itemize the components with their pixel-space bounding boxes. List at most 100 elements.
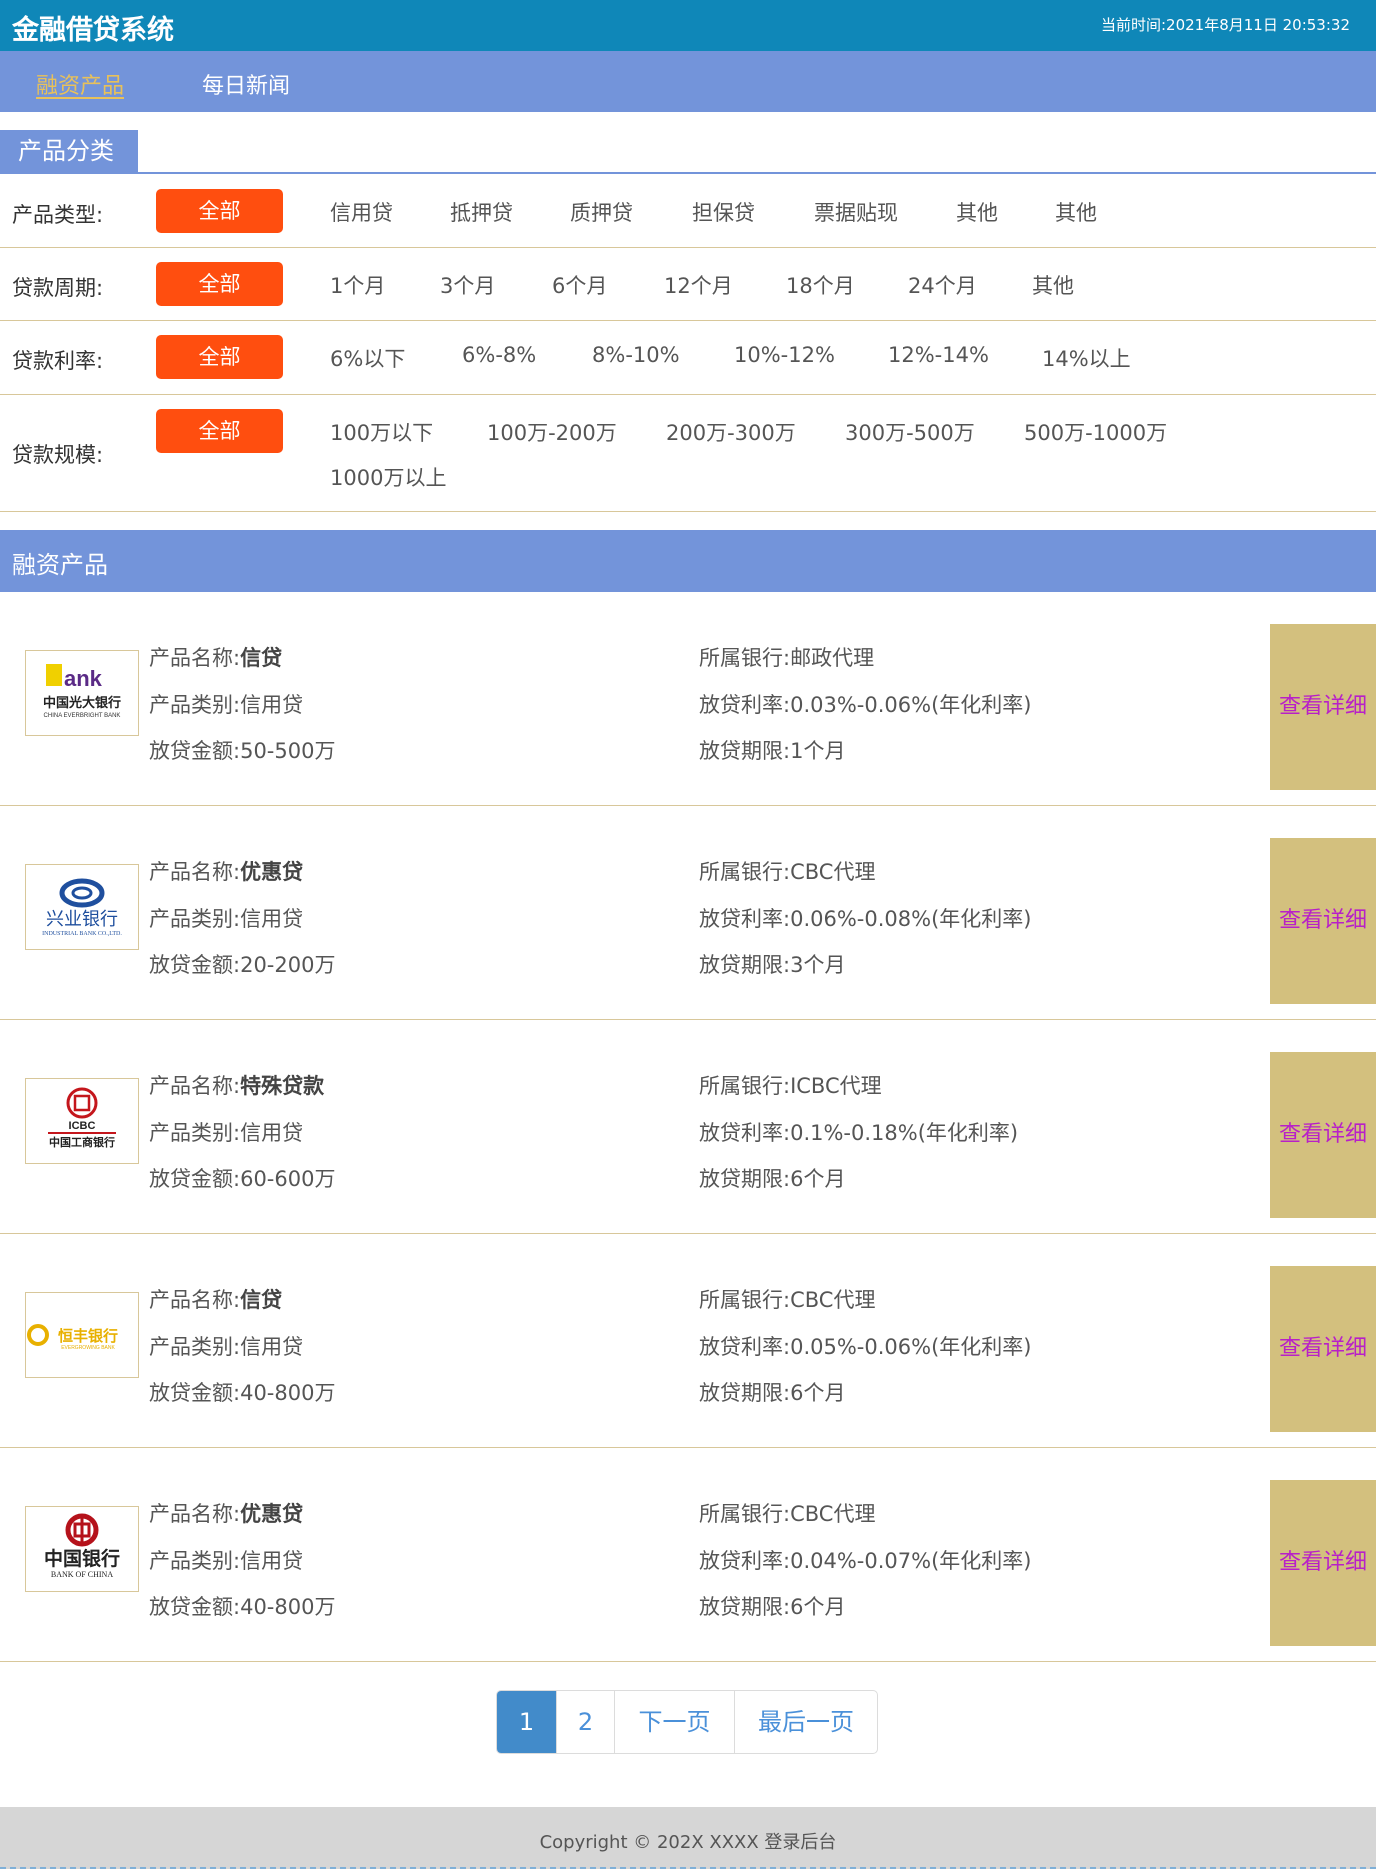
- svg-text:EVERGROWING BANK: EVERGROWING BANK: [61, 1345, 115, 1351]
- filter-option[interactable]: 其他: [956, 197, 998, 227]
- filter-option[interactable]: 信用贷: [330, 197, 393, 227]
- loan-amount-row: 放贷金额:50-500万: [149, 735, 335, 765]
- product-category-row: 产品类别:信用贷: [149, 1545, 303, 1575]
- page-2-button[interactable]: 2: [557, 1691, 615, 1753]
- filter-option[interactable]: 6个月: [552, 270, 607, 300]
- loan-rate-label: 放贷利率:: [699, 1335, 791, 1359]
- view-details-button[interactable]: 查看详细: [1270, 1052, 1376, 1218]
- filter-option[interactable]: 24个月: [908, 270, 977, 300]
- loan-rate-row: 放贷利率:0.04%-0.07%(年化利率): [699, 1545, 1031, 1575]
- affiliated-bank-label: 所属银行:: [699, 860, 791, 884]
- filter-option[interactable]: 200万-300万: [666, 417, 796, 447]
- loan-rate-row: 放贷利率:0.06%-0.08%(年化利率): [699, 903, 1031, 933]
- filter-option[interactable]: 其他: [1055, 197, 1097, 227]
- loan-rate-row: 放贷利率:0.1%-0.18%(年化利率): [699, 1117, 1018, 1147]
- svg-text:中国工商银行: 中国工商银行: [49, 1135, 115, 1149]
- filter-option[interactable]: 6%-8%: [462, 343, 536, 367]
- main-nav: 融资产品 每日新闻: [0, 51, 1376, 112]
- product-name-label: 产品名称:: [149, 1288, 241, 1312]
- filter-label: 贷款利率:: [12, 349, 104, 373]
- product-card: 中国银行 BANK OF CHINA 产品名称:优惠贷 产品类别:信用贷 放贷金额:40…: [0, 1448, 1376, 1662]
- loan-term-row: 放贷期限:6个月: [699, 1377, 845, 1407]
- product-name-row: 产品名称:信贷: [149, 1284, 282, 1314]
- filter-option[interactable]: 14%以上: [1042, 343, 1131, 373]
- filter-option[interactable]: 其他: [1032, 270, 1074, 300]
- product-category-row: 产品类别:信用贷: [149, 1117, 303, 1147]
- view-details-button[interactable]: 查看详细: [1270, 1480, 1376, 1646]
- nav-item-financing-products[interactable]: 融资产品: [36, 68, 124, 100]
- filter-option[interactable]: 票据贴现: [814, 197, 898, 227]
- loan-term-label: 放贷期限:: [699, 1381, 791, 1405]
- affiliated-bank-label: 所属银行:: [699, 1502, 791, 1526]
- filter-option[interactable]: 抵押贷: [450, 197, 513, 227]
- industrial-bank-logo: 兴业银行 INDUSTRIAL BANK CO.,LTD.: [25, 864, 139, 950]
- filter-option[interactable]: 担保贷: [692, 197, 755, 227]
- filter-all-button[interactable]: 全部: [156, 335, 283, 379]
- filter-all-button[interactable]: 全部: [156, 409, 283, 453]
- pagination: 1 2 下一页 最后一页: [496, 1690, 878, 1754]
- loan-rate-value: 0.05%-0.06%(年化利率): [790, 1335, 1032, 1359]
- loan-amount-value: 50-500万: [240, 739, 336, 763]
- product-name-label: 产品名称:: [149, 1502, 241, 1526]
- nav-item-daily-news[interactable]: 每日新闻: [202, 68, 290, 100]
- product-card: 恒丰银行 EVERGROWING BANK 产品名称:信贷 产品类别:信用贷 放贷金额:…: [0, 1234, 1376, 1448]
- filter-option[interactable]: 8%-10%: [592, 343, 680, 367]
- filter-option[interactable]: 质押贷: [570, 197, 633, 227]
- product-name-row: 产品名称:优惠贷: [149, 856, 303, 886]
- loan-rate-label: 放贷利率:: [699, 1549, 791, 1573]
- filter-option[interactable]: 1个月: [330, 270, 385, 300]
- loan-rate-label: 放贷利率:: [699, 907, 791, 931]
- product-category-row: 产品类别:信用贷: [149, 689, 303, 719]
- loan-amount-label: 放贷金额:: [149, 739, 241, 763]
- filter-option[interactable]: 3个月: [440, 270, 495, 300]
- filter-option[interactable]: 18个月: [786, 270, 855, 300]
- loan-amount-label: 放贷金额:: [149, 953, 241, 977]
- footer: Copyright © 202X XXXX 登录后台: [0, 1807, 1376, 1869]
- filter-option[interactable]: 12个月: [664, 270, 733, 300]
- product-name-value: 优惠贷: [240, 860, 304, 884]
- loan-amount-label: 放贷金额:: [149, 1381, 241, 1405]
- filter-all-button[interactable]: 全部: [156, 262, 283, 306]
- product-name-label: 产品名称:: [149, 1074, 241, 1098]
- affiliated-bank-value: CBC代理: [790, 1502, 876, 1526]
- view-details-button[interactable]: 查看详细: [1270, 1266, 1376, 1432]
- filter-option[interactable]: 6%以下: [330, 343, 405, 373]
- loan-rate-row: 放贷利率:0.05%-0.06%(年化利率): [699, 1331, 1031, 1361]
- bank-of-china-logo: 中国银行 BANK OF CHINA: [25, 1506, 139, 1592]
- products-section-title: 融资产品: [12, 551, 108, 579]
- product-category-value: 信用贷: [240, 693, 304, 717]
- everbright-bank-logo: ank 中国光大银行 CHINA EVERBRIGHT BANK: [25, 650, 139, 736]
- loan-amount-row: 放贷金额:40-800万: [149, 1591, 335, 1621]
- loan-amount-value: 40-800万: [240, 1381, 336, 1405]
- current-time-label: 当前时间:: [1100, 16, 1167, 34]
- product-category-label: 产品类别:: [149, 1335, 241, 1359]
- loan-term-value: 6个月: [790, 1381, 846, 1405]
- filter-all-button[interactable]: 全部: [156, 189, 283, 233]
- product-name-label: 产品名称:: [149, 646, 241, 670]
- filter-option[interactable]: 100万-200万: [487, 417, 617, 447]
- loan-term-value: 3个月: [790, 953, 846, 977]
- loan-rate-row: 放贷利率:0.03%-0.06%(年化利率): [699, 689, 1031, 719]
- filter-option[interactable]: 10%-12%: [734, 343, 835, 367]
- filter-option[interactable]: 300万-500万: [845, 417, 975, 447]
- affiliated-bank-label: 所属银行:: [699, 1074, 791, 1098]
- product-category-value: 信用贷: [240, 1335, 304, 1359]
- affiliated-bank-row: 所属银行:CBC代理: [699, 856, 875, 886]
- product-name-row: 产品名称:特殊贷款: [149, 1070, 324, 1100]
- product-card: 兴业银行 INDUSTRIAL BANK CO.,LTD. 产品名称:优惠贷 产品类别…: [0, 806, 1376, 1020]
- icbc-logo: ICBC 中国工商银行: [25, 1078, 139, 1164]
- filter-option[interactable]: 1000万以上: [330, 462, 446, 492]
- filter-option[interactable]: 12%-14%: [888, 343, 989, 367]
- loan-term-label: 放贷期限:: [699, 1595, 791, 1619]
- view-details-button[interactable]: 查看详细: [1270, 624, 1376, 790]
- page-1-button[interactable]: 1: [497, 1691, 557, 1753]
- last-page-button[interactable]: 最后一页: [735, 1691, 877, 1753]
- next-page-button[interactable]: 下一页: [615, 1691, 735, 1753]
- filter-option[interactable]: 500万-1000万: [1024, 417, 1167, 447]
- loan-term-row: 放贷期限:6个月: [699, 1163, 845, 1193]
- svg-text:ank: ank: [64, 666, 103, 691]
- view-details-button[interactable]: 查看详细: [1270, 838, 1376, 1004]
- filter-option[interactable]: 100万以下: [330, 417, 433, 447]
- product-category-value: 信用贷: [240, 907, 304, 931]
- loan-rate-value: 0.06%-0.08%(年化利率): [790, 907, 1032, 931]
